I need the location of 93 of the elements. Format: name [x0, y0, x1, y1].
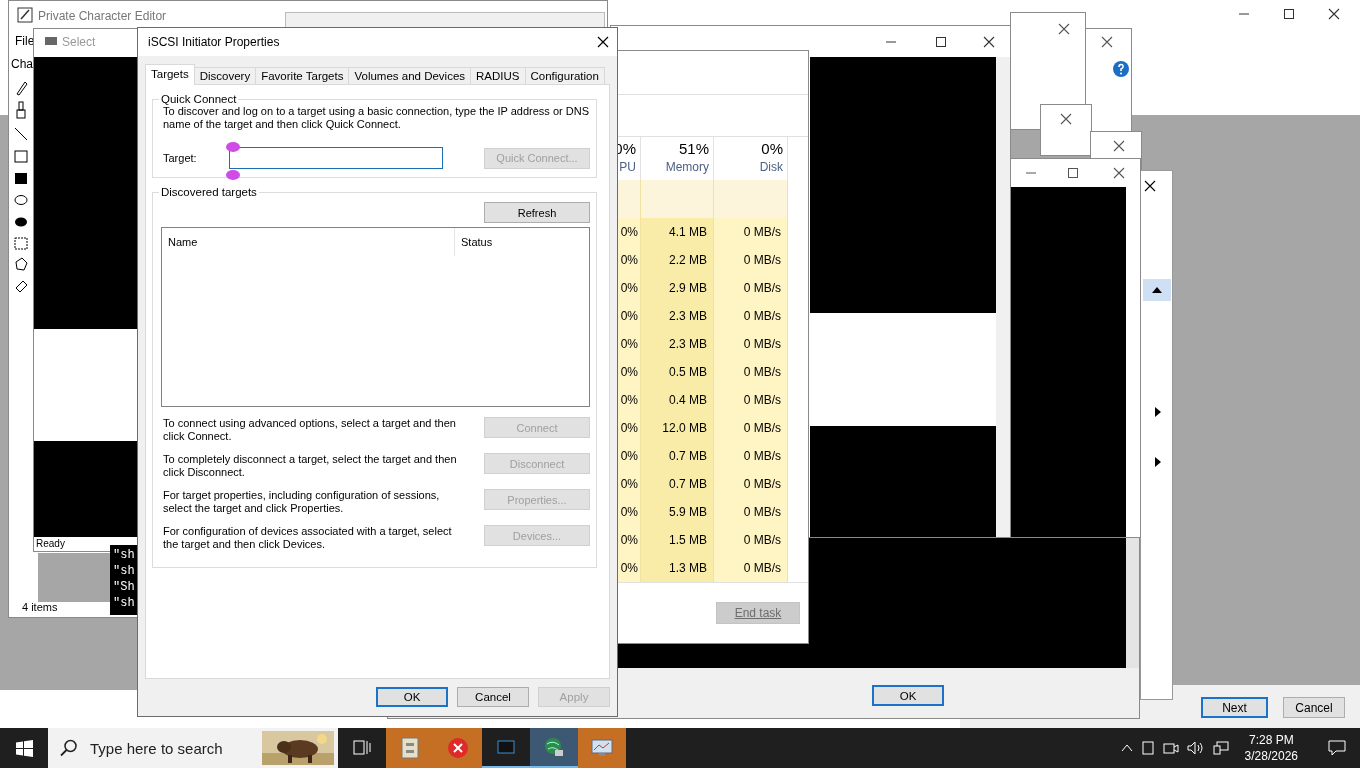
menu-item[interactable]: File — [15, 34, 35, 48]
camera-icon[interactable] — [1162, 741, 1179, 755]
expand-arrow-icon[interactable] — [1155, 457, 1161, 467]
disk-cell: 0 MB/s — [714, 554, 788, 583]
monitor-icon[interactable] — [578, 728, 626, 768]
cursor-marker-icon — [226, 170, 240, 180]
memory-cell: 2.9 MB — [641, 274, 714, 303]
tab[interactable]: Targets — [145, 64, 195, 85]
disk-cell: 0 MB/s — [714, 442, 788, 471]
disk-cell: 0 MB/s — [714, 386, 788, 415]
description-text: To discover and log on to a target using a basic connection, type the IP address or DNS name of the target and then click Quick Connect. — [163, 105, 590, 131]
disk-cell: 0 MB/s — [714, 246, 788, 275]
cancel-button[interactable]: Cancel — [1283, 697, 1345, 718]
instruction-text: To connect using advanced options, select a target and then click Connect. — [163, 417, 457, 443]
status-text: 4 items — [22, 601, 58, 613]
pen-icon — [17, 7, 33, 23]
memory-cell: 1.3 MB — [641, 554, 714, 583]
memory-cell: 5.9 MB — [641, 498, 714, 527]
memory-cell: 0.5 MB — [641, 358, 714, 387]
console-line: "sh — [113, 596, 135, 610]
group-title: Quick Connect — [160, 93, 238, 105]
start-icon[interactable] — [16, 740, 33, 757]
clock-time[interactable]: 7:28 PM — [1248, 732, 1294, 748]
disk-cell: 0 MB/s — [714, 218, 788, 247]
close-icon[interactable] — [1328, 8, 1340, 20]
disk-cell: 0 MB/s — [714, 470, 788, 499]
close-icon[interactable] — [597, 36, 609, 48]
notifications-icon[interactable] — [1328, 740, 1346, 756]
window-title: iSCSI Initiator Properties — [148, 35, 280, 49]
dialog-button[interactable]: Cancel — [457, 687, 529, 707]
maximize-icon[interactable] — [935, 36, 947, 48]
memory-cell: 0.4 MB — [641, 386, 714, 415]
memory-cell: 12.0 MB — [641, 414, 714, 443]
tab[interactable]: Discovery — [193, 67, 257, 85]
close-icon[interactable] — [983, 36, 995, 48]
help-icon[interactable] — [1113, 61, 1129, 77]
chevron-up-icon[interactable] — [1120, 742, 1133, 754]
close-icon[interactable] — [1113, 140, 1125, 152]
close-icon[interactable] — [1113, 167, 1125, 179]
clock-date[interactable]: 3/28/2026 — [1244, 748, 1298, 764]
close-icon[interactable] — [1144, 180, 1156, 192]
field-label: Target: — [163, 152, 198, 164]
instruction-text: For configuration of devices associated with a target, select the target and then click Devices. — [163, 525, 453, 551]
status-text: Ready — [36, 538, 65, 549]
memory-cell: 0.7 MB — [641, 442, 714, 471]
search-field[interactable]: Type here to search — [88, 738, 252, 758]
instruction-text: For target properties, including configuration of sessions, select the target and click Properties. — [163, 489, 441, 515]
disk-cell: 0 MB/s — [714, 302, 788, 331]
tab[interactable]: Favorite Targets — [255, 67, 350, 85]
file-cabinet-icon[interactable] — [386, 728, 434, 768]
console-line: "sh — [113, 548, 135, 562]
keyboard-icon — [44, 36, 58, 46]
dialog-button[interactable]: OK — [376, 687, 448, 707]
expand-arrow-icon[interactable] — [1155, 407, 1161, 417]
refresh-button[interactable]: Refresh — [484, 202, 590, 223]
triangle-up-icon — [1152, 287, 1162, 293]
toolbar-label: Cha — [11, 57, 33, 71]
memory-cell: 4.1 MB — [641, 218, 714, 247]
column-header[interactable]: Status — [455, 228, 589, 256]
disk-cell: 0 MB/s — [714, 330, 788, 359]
tablet-icon[interactable] — [1140, 741, 1155, 755]
memory-cell: 2.2 MB — [641, 246, 714, 275]
close-icon[interactable] — [1058, 23, 1070, 35]
close-icon[interactable] — [1060, 113, 1072, 125]
target-input[interactable] — [229, 147, 443, 169]
column-header[interactable]: Name — [162, 228, 455, 256]
memory-cell: 1.5 MB — [641, 526, 714, 555]
disk-cell: 0 MB/s — [714, 274, 788, 303]
search-bar[interactable]: Type here to search — [48, 728, 338, 768]
maximize-icon[interactable] — [1067, 167, 1079, 179]
group-title: Discovered targets — [160, 186, 258, 198]
window-title: Select — [62, 35, 96, 49]
disk-cell: 0 MB/s — [714, 498, 788, 527]
disk-cell: 0 MB/s — [714, 358, 788, 387]
next-button[interactable]: Next — [1201, 697, 1268, 718]
console-line: "Sh — [113, 580, 135, 594]
disk-cell: 0 MB/s — [714, 526, 788, 555]
console-line: "sh — [113, 564, 135, 578]
globe-icon[interactable] — [530, 728, 578, 768]
ok-button[interactable]: OK — [872, 685, 944, 706]
memory-cell: 0.7 MB — [641, 470, 714, 499]
instruction-text: To completely disconnect a target, select the target and then click Disconnect. — [163, 453, 458, 479]
maximize-icon[interactable] — [1283, 8, 1295, 20]
memory-cell: 2.3 MB — [641, 302, 714, 331]
search-icon — [60, 739, 78, 757]
disk-cell: 0 MB/s — [714, 414, 788, 443]
close-icon[interactable] — [1101, 36, 1113, 48]
network-icon[interactable] — [1212, 741, 1229, 755]
memory-cell: 2.3 MB — [641, 330, 714, 359]
window-title: Private Character Editor — [38, 9, 167, 23]
volume-icon[interactable] — [1186, 741, 1205, 755]
cursor-marker-icon — [226, 142, 240, 152]
tab[interactable]: Configuration — [524, 67, 605, 85]
